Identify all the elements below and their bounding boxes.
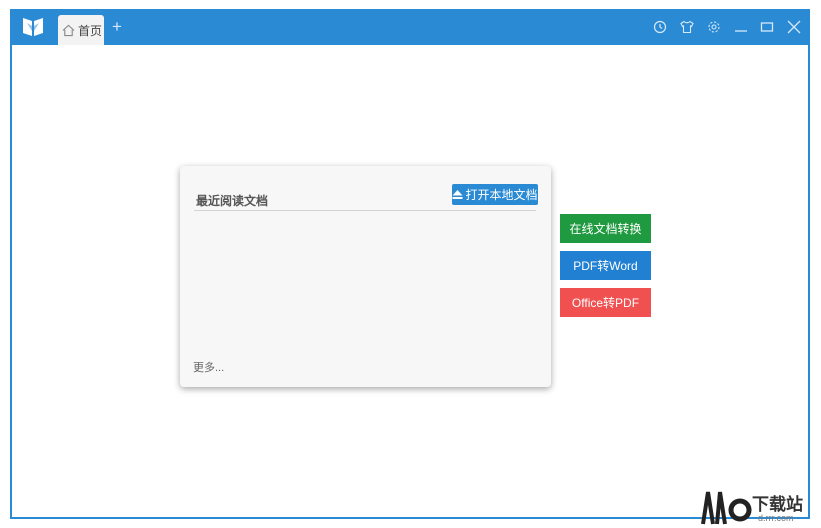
skin-icon (680, 20, 694, 34)
history-icon (653, 20, 667, 34)
book-logo-icon (23, 18, 43, 36)
history-button[interactable] (651, 18, 669, 36)
divider (194, 210, 536, 211)
recent-documents-title: 最近阅读文档 (196, 194, 269, 208)
maximize-button[interactable] (758, 18, 776, 36)
online-convert-button[interactable]: 在线文档转换 (560, 214, 651, 243)
open-local-document-button[interactable]: 打开本地文档 (452, 184, 538, 205)
close-icon (787, 20, 801, 34)
watermark-subtext: d.rrr.com (758, 513, 794, 523)
office-to-pdf-button[interactable]: Office转PDF (560, 288, 651, 317)
home-icon (62, 24, 75, 36)
app-window: 首页 + 最近阅读文档 打开本地文档 更多... 在线文档转换 PDF转Word… (10, 9, 810, 519)
watermark-text: 下载站 (752, 495, 803, 515)
skin-button[interactable] (678, 18, 696, 36)
more-link[interactable]: 更多... (193, 359, 224, 375)
pdf-to-word-button[interactable]: PDF转Word (560, 251, 651, 280)
title-bar: 首页 + (12, 9, 808, 45)
add-tab-button[interactable]: + (108, 17, 126, 37)
close-button[interactable] (785, 18, 803, 36)
tab-home[interactable]: 首页 (58, 15, 104, 45)
minimize-icon (735, 30, 747, 32)
recent-documents-panel: 最近阅读文档 打开本地文档 更多... (180, 166, 551, 387)
open-local-document-label: 打开本地文档 (465, 188, 538, 202)
settings-icon (708, 21, 720, 33)
eject-icon (452, 190, 463, 199)
settings-button[interactable] (705, 18, 723, 36)
maximize-icon (760, 22, 774, 32)
watermark-logo: 下载站 d.rrr.com (700, 480, 821, 528)
minimize-button[interactable] (732, 18, 750, 36)
watermark-mark-icon (701, 491, 752, 525)
tab-label: 首页 (78, 23, 103, 38)
